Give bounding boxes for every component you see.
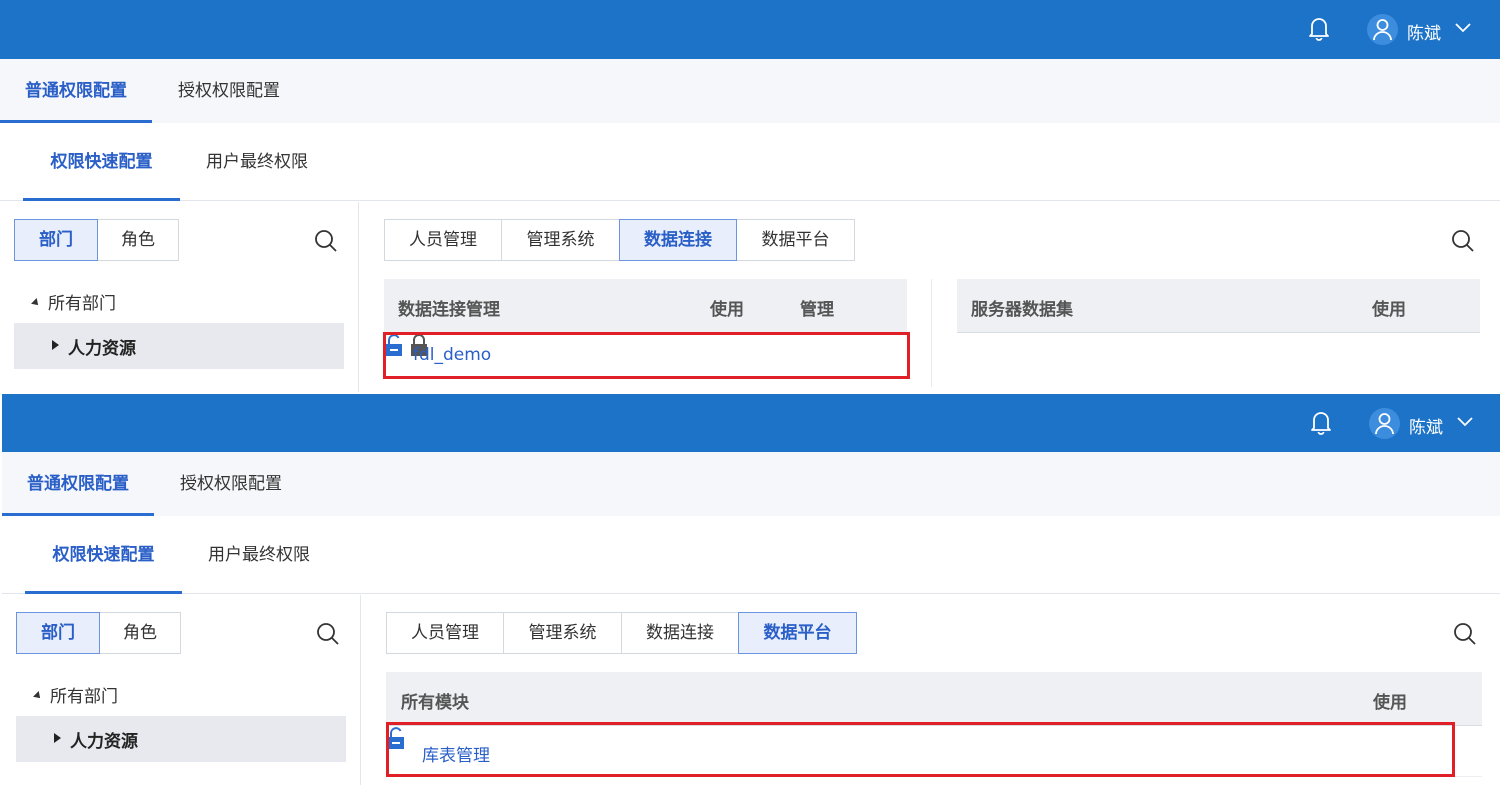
- user-avatar-icon[interactable]: [1367, 14, 1398, 45]
- bell-icon[interactable]: [1307, 15, 1331, 41]
- tab-quick-config[interactable]: 权限快速配置: [23, 123, 180, 201]
- expand-triangle-icon[interactable]: [33, 691, 43, 701]
- tab-personnel-management[interactable]: 人员管理: [384, 219, 502, 261]
- tab-personnel-management[interactable]: 人员管理: [386, 612, 504, 654]
- module-table-header: 所有模块 使用: [386, 672, 1482, 726]
- header-all-modules: 所有模块: [401, 693, 469, 713]
- conn-table-header: 数据连接管理 使用 管理: [384, 279, 907, 333]
- toggle-role[interactable]: 角色: [99, 612, 181, 654]
- tab-management-system[interactable]: 管理系统: [501, 219, 620, 261]
- highlight-box: [386, 722, 1455, 777]
- toggle-department[interactable]: 部门: [16, 612, 100, 654]
- sub-tabs: 权限快速配置 用户最终权限: [0, 123, 1500, 201]
- chevron-down-icon[interactable]: [1455, 414, 1475, 430]
- search-icon[interactable]: [316, 622, 340, 646]
- highlight-box: [383, 332, 910, 379]
- tab-management-system[interactable]: 管理系统: [503, 612, 622, 654]
- header-use: 使用: [1372, 300, 1406, 320]
- sub-tabs: 权限快速配置 用户最终权限: [2, 516, 1500, 594]
- tab-data-platform[interactable]: 数据平台: [738, 612, 857, 654]
- header-use: 使用: [710, 300, 744, 320]
- content-area: 部门 角色 所有部门 人力资源 人员管理 管理系统 数据连接 数据平台 所有模块…: [2, 595, 1500, 785]
- tree-item-hr[interactable]: 人力资源: [14, 323, 344, 369]
- toggle-role[interactable]: 角色: [97, 219, 179, 261]
- collapse-triangle-icon[interactable]: [52, 340, 59, 350]
- left-sidebar: 部门 角色 所有部门 人力资源: [2, 595, 361, 785]
- search-icon[interactable]: [1451, 229, 1475, 253]
- header-conn-manage: 数据连接管理: [398, 300, 500, 320]
- server-table-header: 服务器数据集 使用: [957, 279, 1480, 333]
- header-use: 使用: [1373, 693, 1407, 713]
- tree-root-all-departments[interactable]: 所有部门: [31, 289, 116, 314]
- toggle-department[interactable]: 部门: [14, 219, 98, 261]
- tree-root-all-departments[interactable]: 所有部门: [33, 682, 118, 707]
- tab-final-permission[interactable]: 用户最终权限: [190, 123, 324, 201]
- content-area: 部门 角色 所有部门 人力资源 人员管理 管理系统 数据连接 数据平台 数据连接…: [0, 202, 1500, 392]
- tab-quick-config[interactable]: 权限快速配置: [25, 516, 182, 594]
- user-name[interactable]: 陈斌: [1409, 413, 1443, 438]
- tab-authorization-permission[interactable]: 授权权限配置: [164, 452, 298, 516]
- tab-data-platform[interactable]: 数据平台: [736, 219, 855, 261]
- search-icon[interactable]: [314, 229, 338, 253]
- user-name[interactable]: 陈斌: [1407, 19, 1441, 44]
- collapse-triangle-icon[interactable]: [54, 733, 61, 743]
- tab-final-permission[interactable]: 用户最终权限: [192, 516, 326, 594]
- tab-data-connection[interactable]: 数据连接: [619, 219, 737, 261]
- top-tabs: 普通权限配置 授权权限配置: [2, 452, 1500, 516]
- expand-triangle-icon[interactable]: [31, 298, 41, 308]
- top-navbar: 陈斌: [0, 0, 1500, 59]
- screenshot-data-platform: 陈斌 普通权限配置 授权权限配置 权限快速配置 用户最终权限 部门 角色 所有部…: [2, 394, 1500, 786]
- tab-general-permission[interactable]: 普通权限配置: [2, 452, 154, 516]
- user-avatar-icon[interactable]: [1369, 408, 1400, 439]
- tree-item-hr[interactable]: 人力资源: [16, 716, 346, 762]
- left-sidebar: 部门 角色 所有部门 人力资源: [0, 202, 359, 392]
- chevron-down-icon[interactable]: [1453, 20, 1473, 36]
- screenshot-data-connection: 陈斌 普通权限配置 授权权限配置 权限快速配置 用户最终权限 部门 角色 所有部…: [0, 0, 1500, 392]
- tab-authorization-permission[interactable]: 授权权限配置: [162, 59, 296, 123]
- tab-general-permission[interactable]: 普通权限配置: [0, 59, 152, 123]
- tab-data-connection[interactable]: 数据连接: [621, 612, 739, 654]
- column-divider: [931, 279, 932, 387]
- bell-icon[interactable]: [1309, 409, 1333, 435]
- header-server-dataset: 服务器数据集: [971, 300, 1073, 320]
- top-tabs: 普通权限配置 授权权限配置: [0, 59, 1500, 123]
- header-manage: 管理: [800, 300, 834, 320]
- search-icon[interactable]: [1453, 622, 1477, 646]
- top-navbar: 陈斌: [2, 394, 1500, 452]
